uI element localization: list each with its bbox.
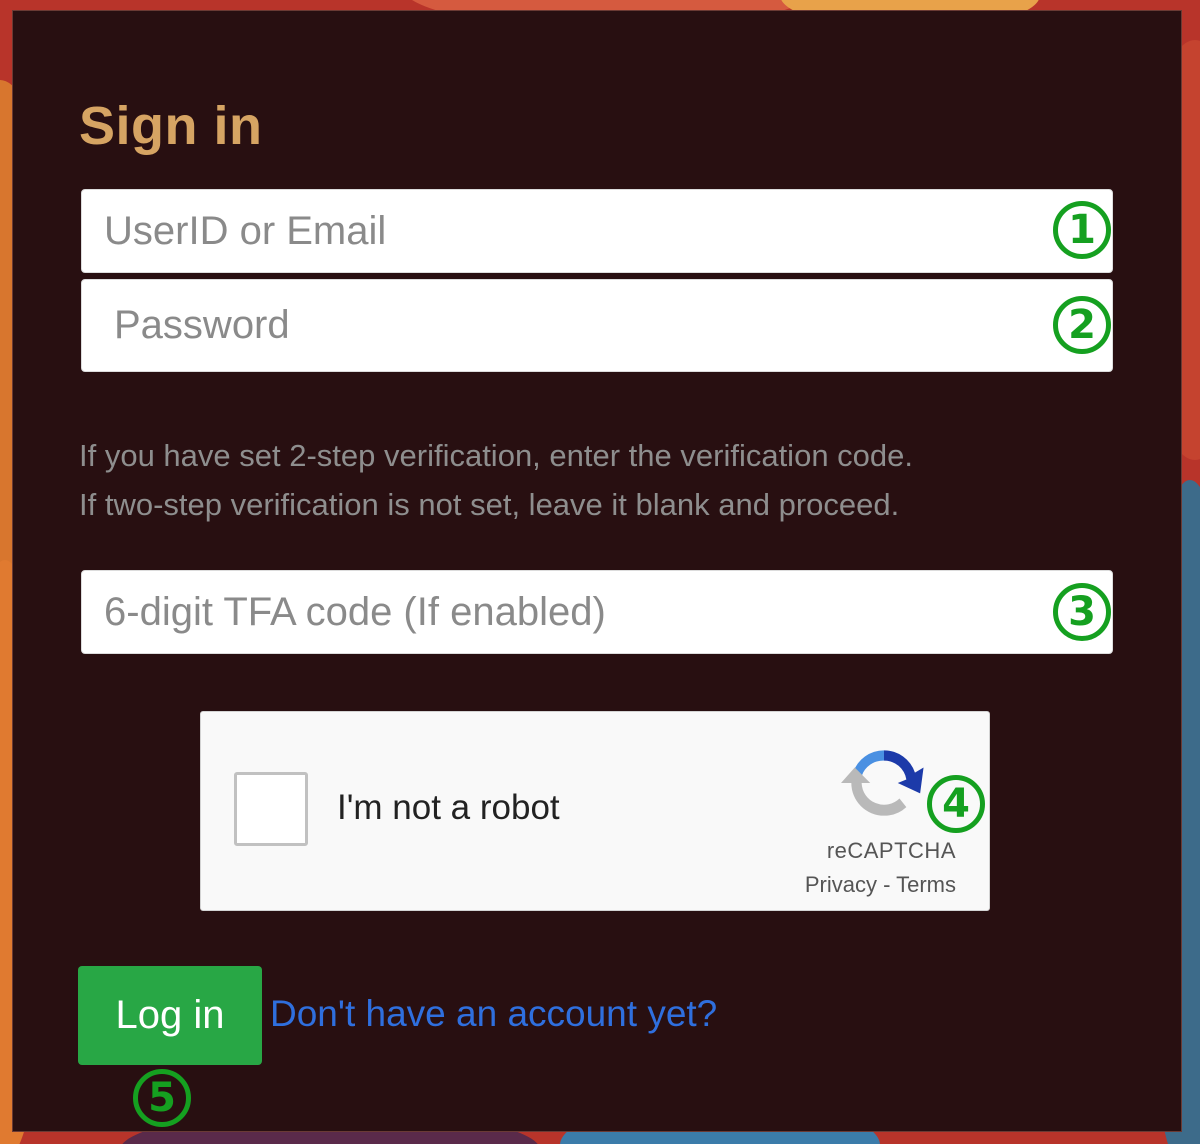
tfa-code-field[interactable] xyxy=(81,570,1113,654)
recaptcha-brand: reCAPTCHA xyxy=(826,838,956,863)
recaptcha-link-separator: - xyxy=(876,872,897,897)
annotation-marker-4: 4 xyxy=(927,775,985,833)
recaptcha-logo-icon xyxy=(841,750,924,816)
annotation-marker-2: 2 xyxy=(1053,296,1111,354)
recaptcha-widget: I'm not a robot reCAPTCHA Privacy - Term… xyxy=(200,711,990,911)
recaptcha-privacy-link[interactable]: Privacy xyxy=(805,872,877,897)
recaptcha-checkbox[interactable] xyxy=(234,772,308,846)
userid-input[interactable] xyxy=(82,190,1112,272)
password-input[interactable] xyxy=(82,280,1112,371)
userid-field[interactable] xyxy=(81,189,1113,273)
page-title: Sign in xyxy=(79,96,263,156)
annotation-marker-5: 5 xyxy=(133,1069,191,1127)
recaptcha-terms-link[interactable]: Terms xyxy=(896,872,956,897)
annotation-marker-3: 3 xyxy=(1053,583,1111,641)
login-button[interactable]: Log in xyxy=(78,966,262,1065)
tfa-code-input[interactable] xyxy=(82,571,1112,653)
help-line-1: If you have set 2-step verification, ent… xyxy=(79,438,914,473)
sign-in-panel: Sign in 1 2 If you have set 2-step verif… xyxy=(12,10,1182,1132)
password-field[interactable] xyxy=(81,279,1113,372)
annotation-marker-1: 1 xyxy=(1053,201,1111,259)
recaptcha-label: I'm not a robot xyxy=(337,788,560,827)
recaptcha-links: Privacy - Terms xyxy=(805,872,956,898)
tfa-help-text: If you have set 2-step verification, ent… xyxy=(79,431,913,529)
signup-link[interactable]: Don't have an account yet? xyxy=(270,993,717,1035)
help-line-2: If two-step verification is not set, lea… xyxy=(79,487,900,522)
